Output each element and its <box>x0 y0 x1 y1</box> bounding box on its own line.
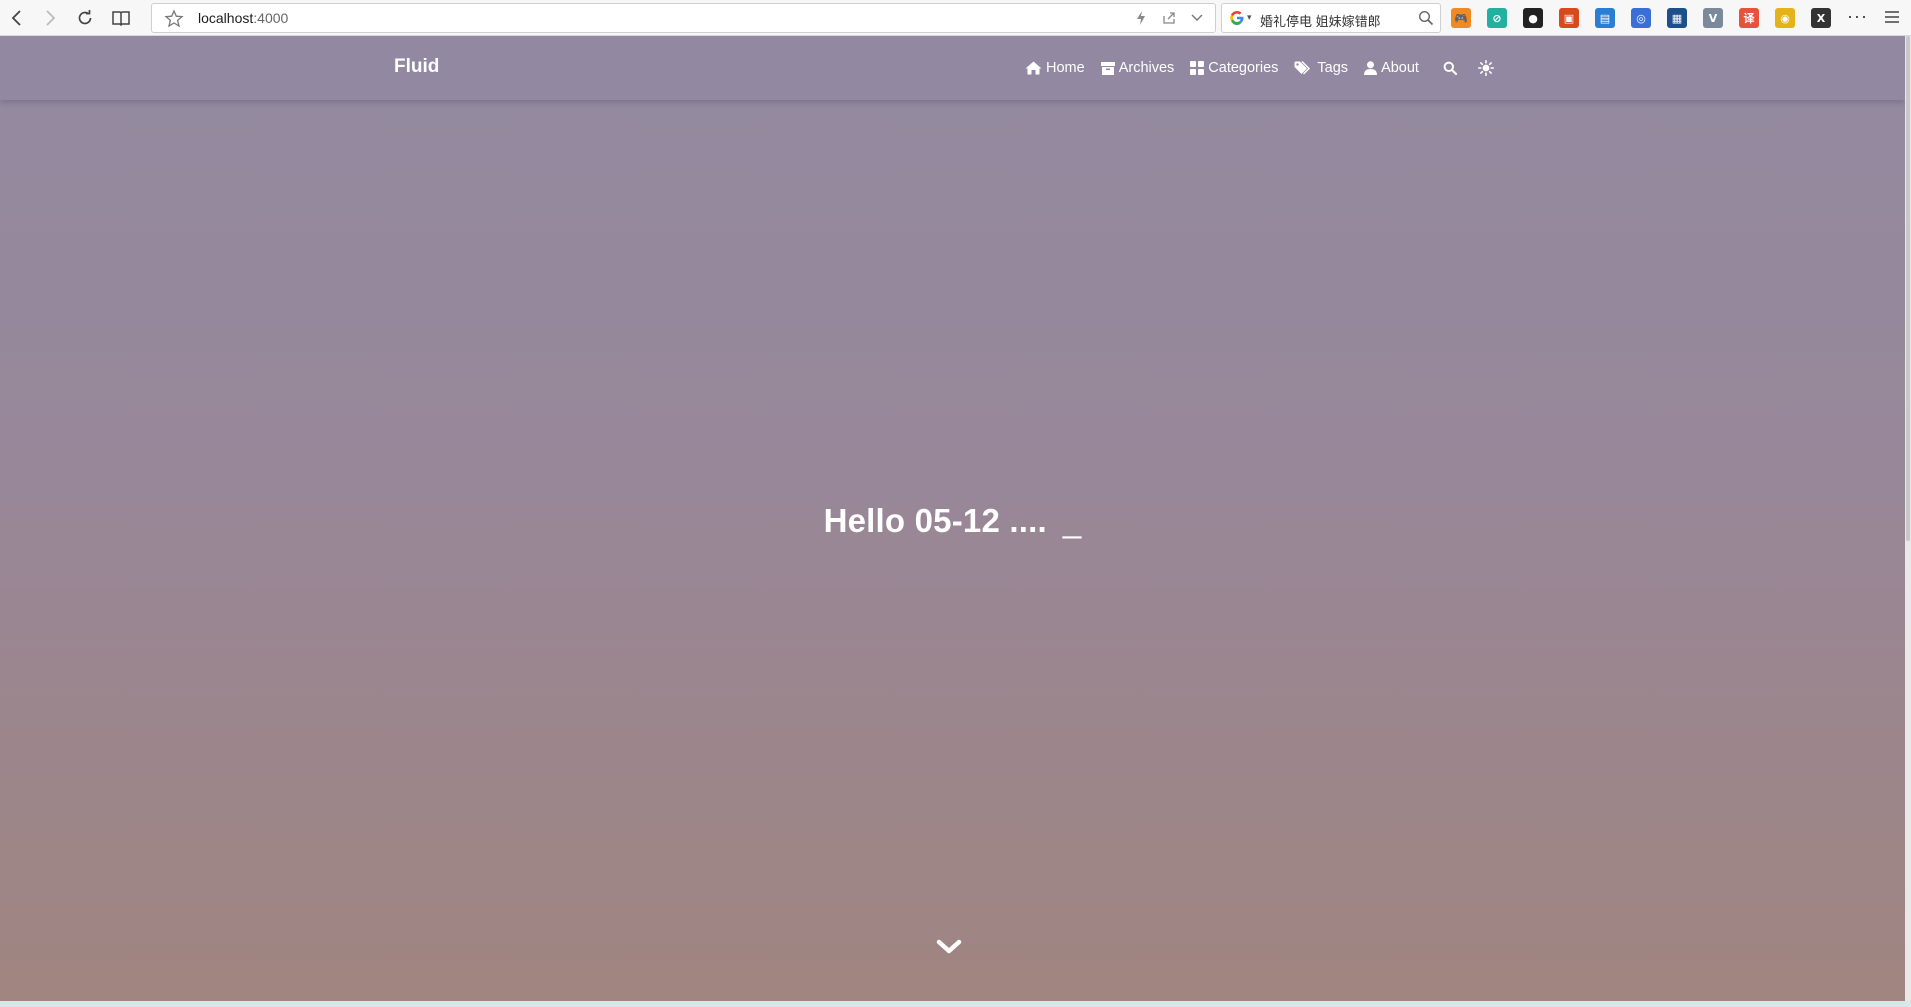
black-extension-icon[interactable]: ● <box>1523 8 1543 28</box>
back-arrow-icon <box>11 10 21 26</box>
nav-label-tags: Tags <box>1317 60 1349 76</box>
archive-icon <box>1100 61 1115 75</box>
nav-item-tags[interactable]: Tags <box>1294 60 1348 76</box>
share-icon[interactable] <box>1161 10 1177 26</box>
bottom-strip <box>0 1001 1911 1007</box>
scroll-down-chevron-icon[interactable] <box>936 937 962 957</box>
nav-item-archives[interactable]: Archives <box>1100 60 1175 76</box>
typing-cursor: _ <box>1062 502 1082 539</box>
engine-caret-icon[interactable]: ▾ <box>1247 12 1252 23</box>
vue-extension-icon[interactable]: V <box>1703 8 1723 28</box>
reload-icon <box>78 10 92 25</box>
lightning-icon[interactable] <box>1133 10 1149 26</box>
search-icon <box>1443 61 1457 75</box>
browser-toolbar: localhost:4000 ▾ 婚礼停电 姐妹嫁错郎 🎮 ⊘ ● ▣ ▤ ◎ ▦ V 译 ◉ X … <box>0 0 1911 36</box>
theme-toggle-button[interactable] <box>1477 59 1495 77</box>
nav-label-about: About <box>1381 60 1419 76</box>
search-icon[interactable] <box>1418 10 1434 26</box>
nav-label-home: Home <box>1046 60 1085 76</box>
hero-banner: Fluid Home Archives Categories Tags Abou… <box>0 36 1905 1001</box>
back-button[interactable] <box>4 5 30 31</box>
browser-search-text[interactable]: 婚礼停电 姐妹嫁错郎 <box>1260 11 1381 30</box>
game-extension-icon[interactable]: 🎮 <box>1451 8 1471 28</box>
hero-title: Hello 05-12 .... _ <box>0 502 1905 540</box>
tags-icon <box>1294 61 1311 75</box>
chevron-down-icon[interactable] <box>1189 10 1205 26</box>
navy-extension-icon[interactable]: ▦ <box>1667 8 1687 28</box>
url-text[interactable]: localhost:4000 <box>198 10 288 26</box>
url-host: localhost <box>198 10 254 26</box>
reader-mode-button[interactable] <box>108 5 134 31</box>
address-bar[interactable]: localhost:4000 <box>151 3 1216 33</box>
book-icon <box>112 11 130 26</box>
forward-button[interactable] <box>37 5 63 31</box>
x-extension-icon[interactable]: X <box>1811 8 1831 28</box>
url-port: :4000 <box>253 10 289 26</box>
forward-arrow-icon <box>46 10 56 26</box>
site-brand[interactable]: Fluid <box>394 56 439 78</box>
page-scrollbar[interactable] <box>1905 36 1911 1001</box>
page-viewport: Fluid Home Archives Categories Tags Abou… <box>0 36 1911 1007</box>
blue-doc-extension-icon[interactable]: ▤ <box>1595 8 1615 28</box>
green-extension-icon[interactable]: ⊘ <box>1487 8 1507 28</box>
nav-label-archives: Archives <box>1118 60 1175 76</box>
user-icon <box>1364 61 1378 75</box>
browser-search-box[interactable]: ▾ 婚礼停电 姐妹嫁错郎 <box>1221 3 1441 33</box>
reload-button[interactable] <box>72 5 98 31</box>
nav-item-about[interactable]: About <box>1364 60 1419 76</box>
orange-extension-icon[interactable]: ▣ <box>1559 8 1579 28</box>
hero-title-text: Hello 05-12 .... <box>823 502 1047 539</box>
nav-label-categories: Categories <box>1208 60 1279 76</box>
compass-extension-icon[interactable]: ◎ <box>1631 8 1651 28</box>
google-icon[interactable] <box>1229 10 1245 26</box>
categories-icon <box>1190 61 1205 75</box>
nav-item-home[interactable]: Home <box>1025 60 1085 76</box>
translate-extension-icon[interactable]: 译 <box>1739 8 1759 28</box>
bookmark-star-icon[interactable] <box>164 9 184 29</box>
sun-icon <box>1477 60 1494 76</box>
yellow-extension-icon[interactable]: ◉ <box>1775 8 1795 28</box>
scrollbar-thumb[interactable] <box>1906 36 1910 541</box>
home-icon <box>1025 61 1042 75</box>
more-button[interactable]: ··· <box>1847 6 1868 27</box>
site-navbar: Fluid Home Archives Categories Tags Abou… <box>0 36 1905 100</box>
hamburger-menu-icon[interactable] <box>1883 8 1901 26</box>
site-search-button[interactable] <box>1441 59 1459 77</box>
nav-menu: Home Archives Categories Tags About <box>1025 56 1513 80</box>
nav-item-categories[interactable]: Categories <box>1190 60 1278 76</box>
